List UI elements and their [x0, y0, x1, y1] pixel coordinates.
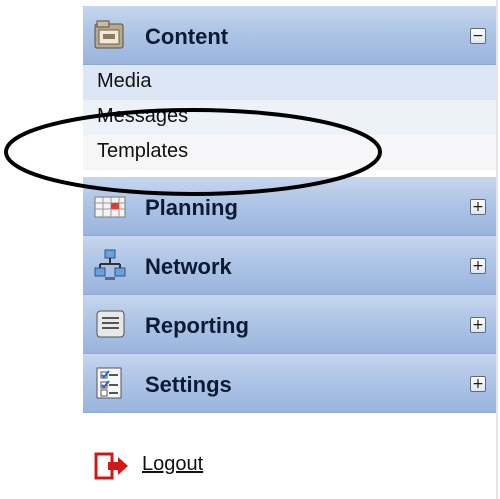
section-settings-header[interactable]: Settings +	[83, 354, 496, 413]
section-planning-label: Planning	[145, 195, 238, 220]
section-network-header[interactable]: Network +	[83, 236, 496, 295]
sidebar-item-media[interactable]: Media	[83, 65, 496, 100]
section-settings-label: Settings	[145, 372, 232, 397]
section-planning-header[interactable]: Planning +	[83, 177, 496, 236]
sidebar-item-label: Templates	[97, 140, 189, 162]
sidebar-item-label: Messages	[97, 105, 189, 127]
section-content-header[interactable]: Content −	[83, 6, 496, 65]
logout-link[interactable]: Logout	[142, 453, 203, 476]
folder-icon	[94, 20, 124, 49]
sidebar-item-messages[interactable]: Messages	[83, 100, 496, 135]
collapse-toggle[interactable]: −	[470, 28, 486, 44]
settings-checklist-icon	[96, 367, 122, 399]
expand-toggle[interactable]: +	[470, 376, 486, 392]
section-reporting-header[interactable]: Reporting +	[83, 295, 496, 354]
sidebar-item-templates[interactable]: Templates	[83, 135, 496, 170]
network-icon	[94, 249, 126, 280]
sidebar-nav: Content − Media Messages Templates Plann…	[83, 0, 496, 499]
report-scroll-icon	[96, 310, 125, 338]
sidebar-item-label: Media	[97, 70, 152, 92]
calendar-icon	[94, 196, 126, 218]
expand-toggle[interactable]: +	[470, 258, 486, 274]
logout-icon[interactable]	[94, 452, 130, 482]
expand-toggle[interactable]: +	[470, 199, 486, 215]
section-reporting-label: Reporting	[145, 313, 249, 338]
expand-toggle[interactable]: +	[470, 317, 486, 333]
right-divider	[496, 0, 498, 499]
section-content-label: Content	[145, 24, 229, 49]
section-network-label: Network	[145, 254, 232, 279]
